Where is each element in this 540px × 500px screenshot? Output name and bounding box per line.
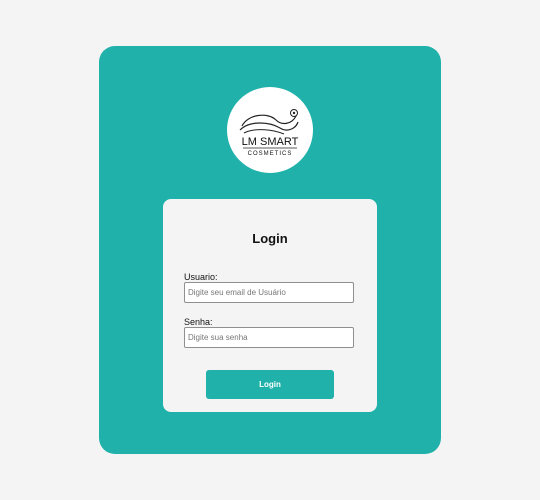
login-button[interactable]: Login xyxy=(206,370,334,399)
username-input[interactable] xyxy=(184,282,354,303)
login-title: Login xyxy=(252,231,288,246)
login-panel: LM SMART COSMETICS Login Usuario: Senha:… xyxy=(99,46,441,454)
username-label: Usuario: xyxy=(184,272,218,282)
logo-swirl-icon: LM SMART COSMETICS xyxy=(239,109,299,157)
logo-brand-top: LM SMART xyxy=(242,136,299,148)
login-form: Login Usuario: Senha: Login xyxy=(163,199,377,412)
logo-brand-bottom: COSMETICS xyxy=(248,151,293,157)
password-input[interactable] xyxy=(184,327,354,348)
logo: LM SMART COSMETICS xyxy=(227,87,313,173)
password-label: Senha: xyxy=(184,317,213,327)
